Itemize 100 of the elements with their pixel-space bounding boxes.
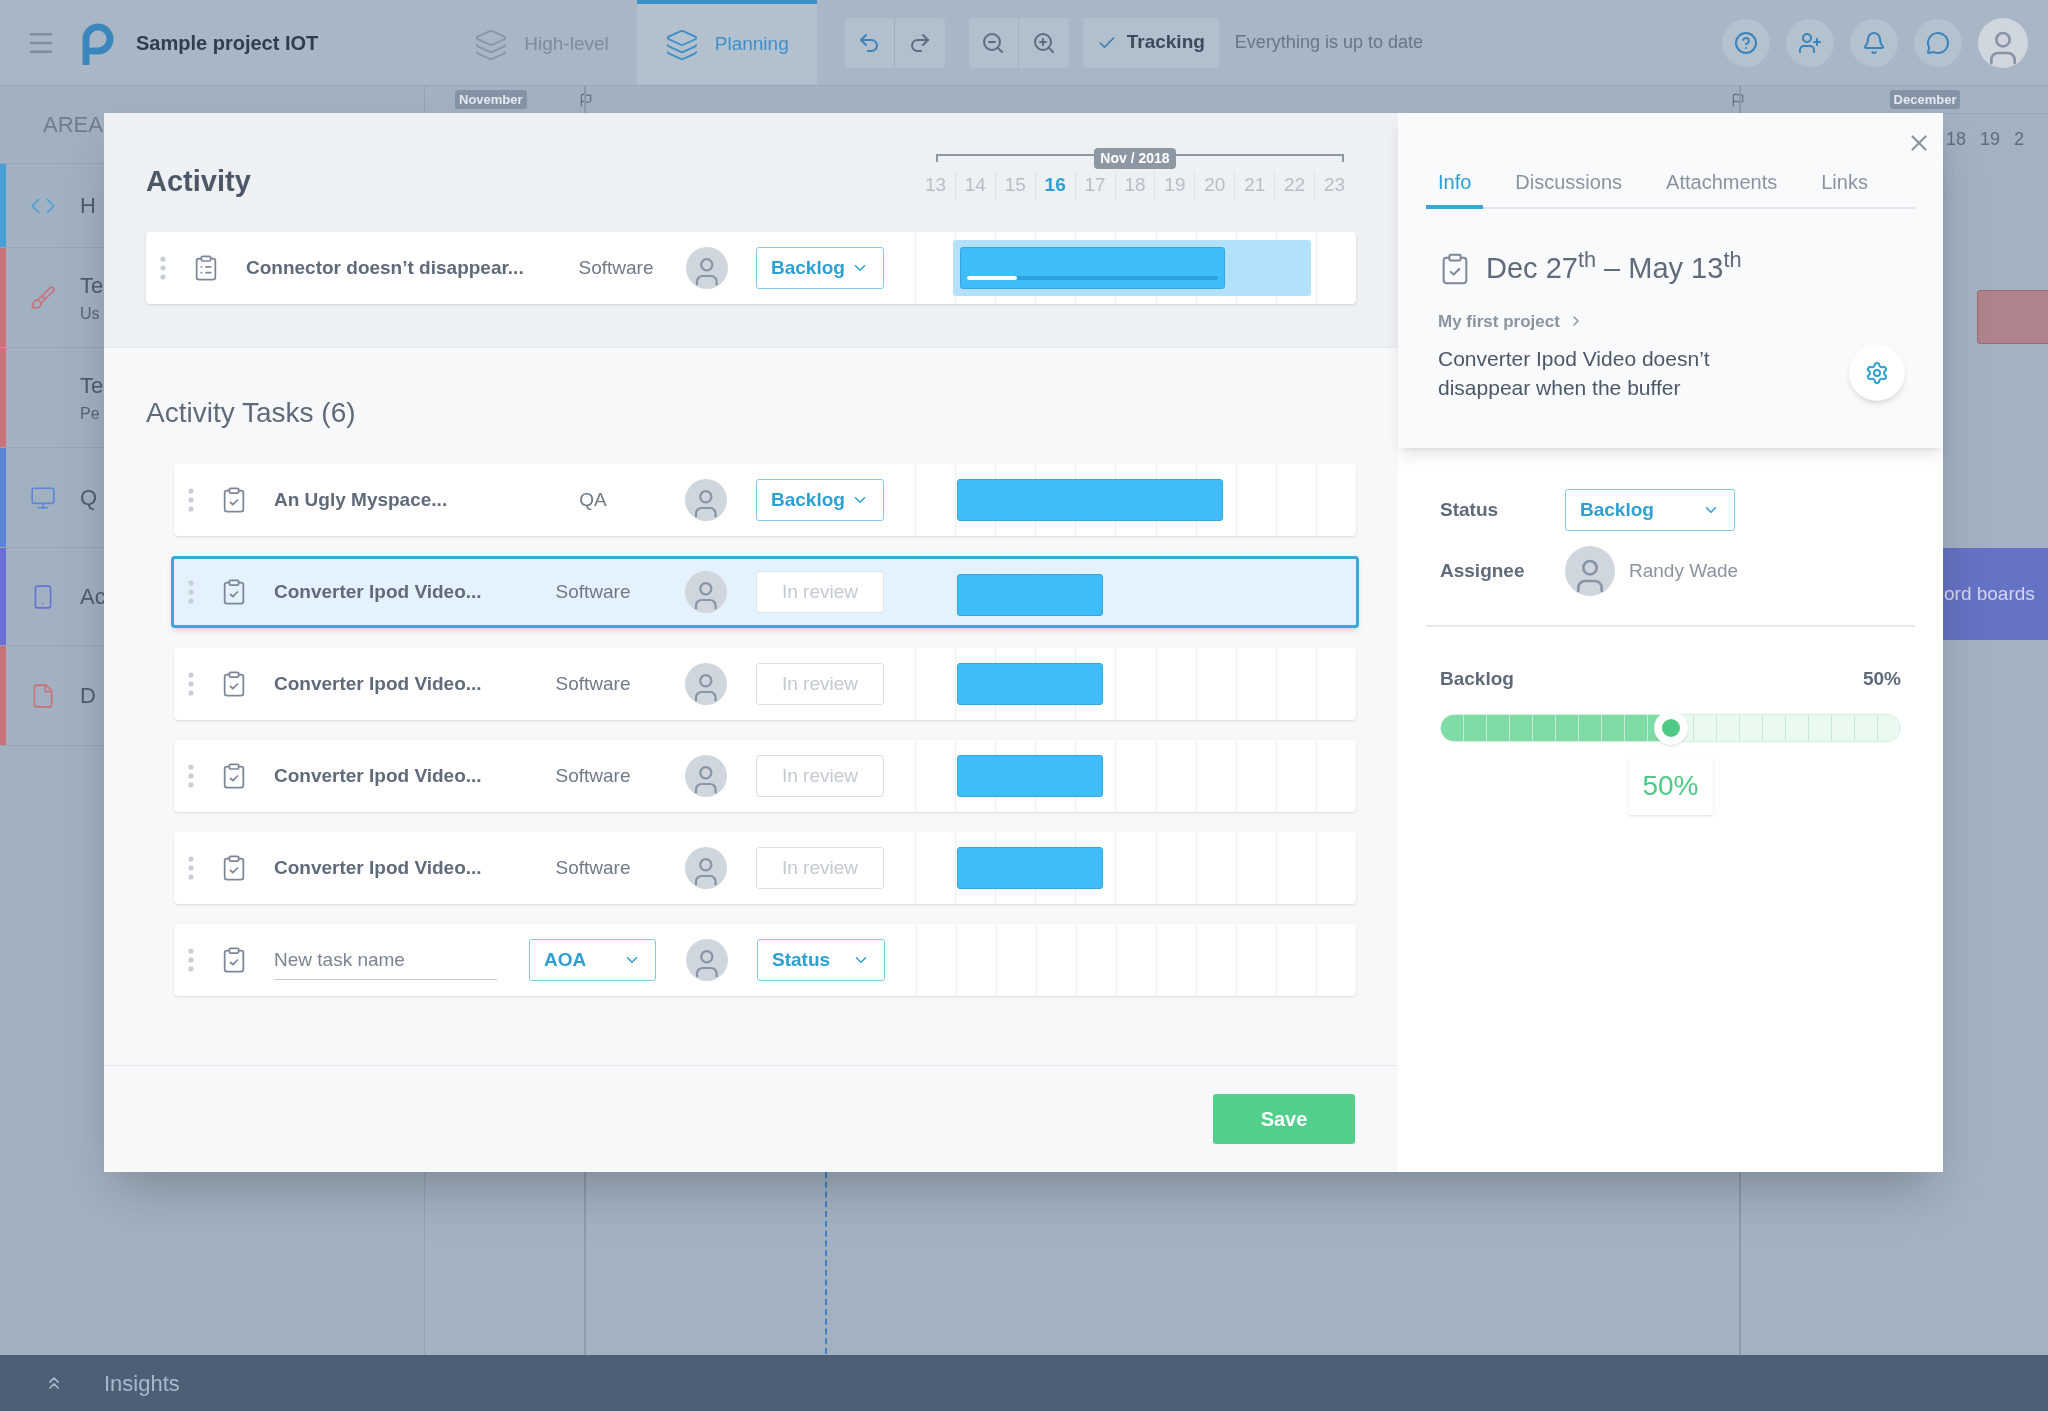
avatar: [686, 939, 728, 981]
task-category: QA: [578, 487, 608, 512]
day-label: 2: [2014, 127, 2025, 151]
avatar: [685, 847, 727, 889]
flag-icon: [1730, 92, 1745, 107]
chat-button[interactable]: [1914, 18, 1962, 67]
task-category: Software: [554, 671, 632, 696]
gantt-bar[interactable]: [1977, 290, 2048, 344]
drag-handle-icon[interactable]: [188, 580, 194, 604]
slider-tooltip: 50%: [1628, 756, 1713, 815]
zoom-in-icon[interactable]: [1031, 30, 1056, 55]
task-category: Software: [577, 255, 655, 280]
task-name: An Ugly Myspace...: [274, 487, 449, 512]
gantt-bar[interactable]: ord boards: [1942, 548, 2048, 640]
layers-icon: [474, 27, 509, 62]
status-dropdown[interactable]: AOA: [529, 939, 656, 981]
tab[interactable]: Discussions: [1503, 167, 1635, 209]
user-plus-icon[interactable]: [1798, 30, 1822, 55]
activity-icon: [30, 484, 56, 511]
task-name: Converter Ipod Video...: [274, 579, 483, 604]
task-name: Converter Ipod Video...: [274, 763, 483, 788]
avatar: [685, 571, 727, 613]
gantt-bar-label: ord boards: [1944, 581, 2035, 606]
tab[interactable]: Info: [1426, 167, 1484, 209]
sidebar-item-title: Ac: [80, 583, 106, 611]
day-label: 19: [1980, 127, 2001, 151]
task-row[interactable]: An Ugly Myspace... QA Backlog: [174, 464, 1356, 536]
month-label: November: [455, 89, 527, 110]
tab[interactable]: Attachments: [1654, 167, 1790, 209]
task-category: Software: [554, 763, 632, 788]
task-category: Software: [554, 579, 632, 604]
avatar: [685, 663, 727, 705]
gantt-bar[interactable]: [957, 663, 1103, 705]
avatar: [686, 247, 728, 289]
gear-icon[interactable]: [1865, 361, 1889, 385]
status-dropdown[interactable]: Backlog: [1565, 489, 1735, 531]
task-name-input[interactable]: New task name: [274, 940, 497, 980]
task-title: Converter Ipod Video doesn’t disappear when the buffer: [1438, 346, 1711, 401]
gantt-bar[interactable]: [957, 755, 1103, 797]
save-button[interactable]: Save: [1213, 1094, 1355, 1144]
gantt-bar[interactable]: [957, 479, 1223, 521]
sidebar-item-subtitle: Us: [80, 304, 101, 324]
sidebar-item-title: H: [80, 192, 96, 220]
assignee-name: Randy Wade: [1629, 558, 1739, 583]
avatar: [685, 755, 727, 797]
status-dropdown[interactable]: Backlog: [756, 247, 884, 289]
day-label: 18: [1946, 127, 1967, 151]
drag-handle-icon[interactable]: [188, 948, 194, 972]
project-name: Sample project IOT: [136, 30, 319, 56]
status-label: Status: [1440, 497, 1500, 522]
date-range: Dec 27$^{th}$ – May 13$^{th}$: [1486, 247, 1742, 286]
month-label: December: [1889, 89, 1961, 110]
chat-bubble-icon[interactable]: [1926, 30, 1950, 55]
task-category: Software: [554, 855, 632, 880]
view-tab[interactable]: Planning: [636, 0, 817, 85]
progress-reading: 50%: [1862, 667, 1901, 691]
drag-handle-icon[interactable]: [160, 256, 166, 280]
sidebar-item-title: D: [80, 682, 96, 710]
drag-handle-icon[interactable]: [188, 488, 194, 512]
gantt-bar[interactable]: [960, 247, 1225, 289]
section-title: Activity Tasks (6): [146, 396, 357, 430]
help-button[interactable]: [1722, 18, 1770, 67]
settings-button[interactable]: [1849, 345, 1905, 401]
task-name: Connector doesn’t disappear...: [246, 255, 525, 280]
status-dropdown[interactable]: Backlog: [756, 479, 884, 521]
gantt-bar[interactable]: [957, 574, 1103, 616]
layers-icon: [664, 27, 699, 62]
status-dropdown[interactable]: Status: [757, 939, 885, 981]
sidebar-item-title: Te: [80, 372, 104, 400]
drag-handle-icon[interactable]: [188, 672, 194, 696]
avatar: [1978, 17, 2028, 68]
avatar: [685, 479, 727, 521]
project-link[interactable]: My first project: [1438, 308, 1560, 334]
flag-icon: [578, 92, 593, 107]
drag-handle-icon[interactable]: [188, 856, 194, 880]
progress-label: Backlog: [1440, 667, 1514, 691]
notifications-button[interactable]: [1850, 18, 1898, 67]
gantt-bar[interactable]: [957, 847, 1103, 889]
add-user-button[interactable]: [1786, 18, 1834, 67]
month-badge: Nov / 2018: [1094, 147, 1176, 169]
drag-handle-icon[interactable]: [188, 764, 194, 788]
task-name: Converter Ipod Video...: [274, 671, 483, 696]
bell-icon[interactable]: [1862, 30, 1886, 55]
insights-label[interactable]: Insights: [104, 1366, 180, 1400]
avatar: [1565, 546, 1615, 596]
task-name: Converter Ipod Video...: [274, 855, 483, 880]
activity-icon: [30, 284, 56, 311]
activity-row[interactable]: Connector doesn’t disappear... Software Backlog: [146, 232, 1356, 304]
sidebar-item-subtitle: Pe: [80, 404, 101, 424]
slider-thumb[interactable]: [1653, 710, 1688, 745]
sidebar-item-title: Te: [80, 272, 104, 300]
day-label[interactable]: 16: [1034, 170, 1075, 199]
tracking-button[interactable]: Tracking: [1082, 17, 1219, 68]
help-icon[interactable]: [1734, 30, 1758, 55]
tab[interactable]: Links: [1809, 167, 1880, 209]
sync-status: Everything is up to date: [1234, 31, 1423, 54]
dialog-title: Activity: [146, 163, 251, 199]
assignee-label: Assignee: [1440, 558, 1526, 583]
sidebar-item-title: Q: [80, 484, 98, 512]
zoom-out-icon[interactable]: [981, 30, 1006, 55]
